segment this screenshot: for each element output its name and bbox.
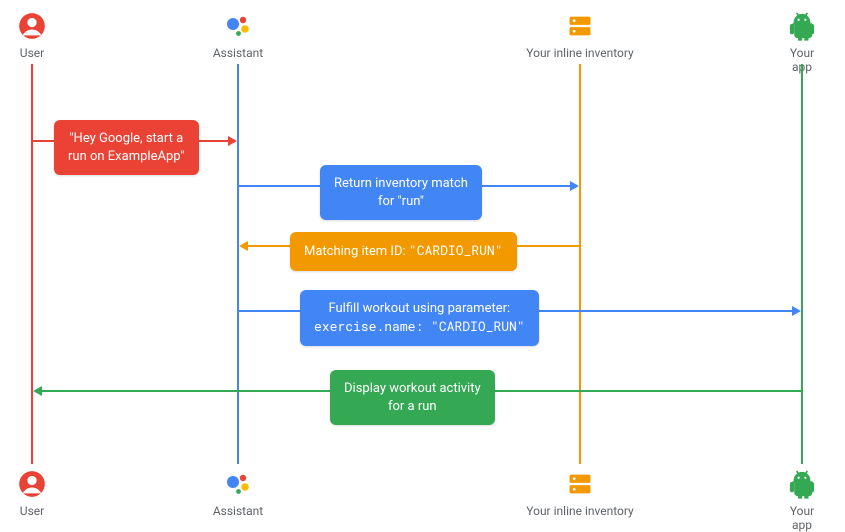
message-m4-prefix: Fulfill workout using parameter: (328, 301, 510, 316)
user-icon-bottom (18, 470, 46, 502)
message-m3-prefix: Matching item ID: (304, 244, 409, 259)
lane-label-inventory-bottom: Your inline inventory (526, 504, 633, 518)
assistant-icon (224, 12, 252, 44)
message-return-inventory-match: Return inventory match for "run" (320, 165, 482, 220)
sequence-diagram: User Assistant Your inline inventory You… (0, 0, 845, 528)
lane-label-inventory-top: Your inline inventory (526, 46, 633, 60)
lane-label-assistant-bottom: Assistant (213, 504, 263, 518)
inventory-icon (566, 12, 594, 44)
lifeline-app (801, 64, 803, 464)
message-m4-code: exercise.name: "CARDIO_RUN" (314, 317, 525, 335)
lifeline-user (31, 64, 33, 464)
message-user-utterance: "Hey Google, start a run on ExampleApp" (54, 120, 199, 175)
arrowhead-m3 (239, 241, 248, 251)
message-fulfill-workout: Fulfill workout using parameter: exercis… (300, 290, 539, 346)
android-icon (787, 11, 817, 45)
arrowhead-m1 (228, 136, 237, 146)
arrowhead-m4 (792, 306, 801, 316)
arrowhead-m2 (570, 181, 579, 191)
lifeline-inventory (579, 64, 581, 464)
inventory-icon-bottom (566, 470, 594, 502)
message-matching-item-id: Matching item ID: "CARDIO_RUN" (290, 232, 517, 271)
message-display-workout-activity: Display workout activity for a run (330, 370, 495, 425)
user-icon (18, 12, 46, 44)
lane-label-user-top: User (20, 46, 44, 60)
lane-label-assistant-top: Assistant (213, 46, 263, 60)
arrowhead-m5 (33, 386, 42, 396)
android-icon-bottom (787, 469, 817, 503)
assistant-icon-bottom (224, 470, 252, 502)
lane-label-user-bottom: User (20, 504, 44, 518)
lifeline-assistant (237, 64, 239, 464)
message-m3-code: "CARDIO_RUN" (409, 241, 503, 259)
